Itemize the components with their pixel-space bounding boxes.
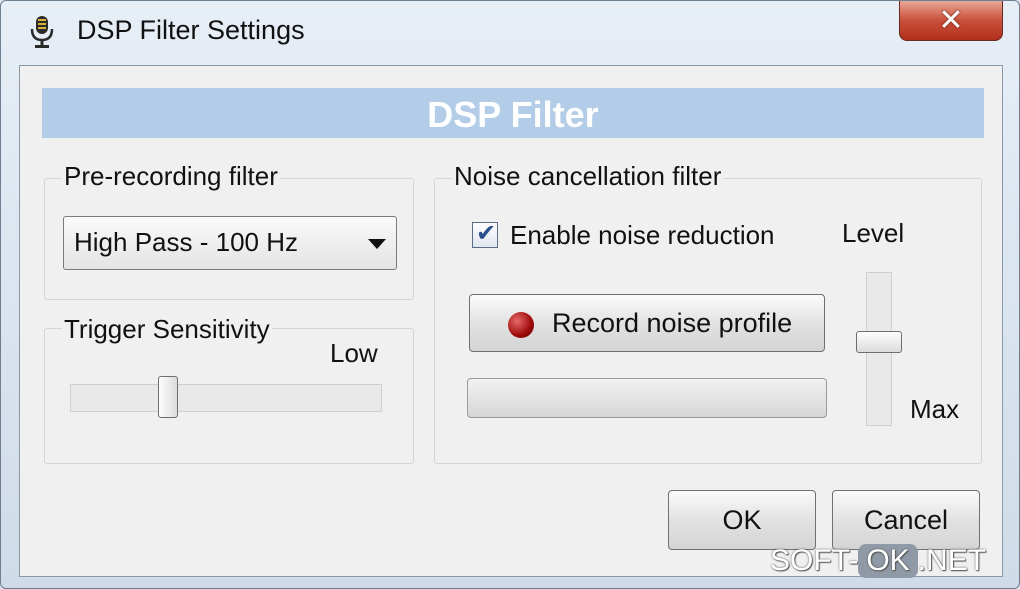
- filter-select[interactable]: High Pass - 100 Hz: [63, 216, 397, 270]
- window-title: DSP Filter Settings: [77, 15, 305, 45]
- banner-title: DSP Filter: [427, 94, 599, 135]
- close-button[interactable]: ✕: [899, 1, 1003, 41]
- sensitivity-slider-thumb[interactable]: [157, 376, 178, 418]
- record-noise-profile-label: Record noise profile: [552, 308, 793, 338]
- chevron-down-icon: [368, 239, 386, 249]
- level-slider-thumb[interactable]: [856, 331, 902, 354]
- pre-recording-label: Pre-recording filter: [62, 161, 280, 192]
- cancel-button[interactable]: Cancel: [832, 490, 980, 550]
- title-bar[interactable]: DSP Filter Settings ✕: [1, 1, 1019, 63]
- filter-select-value: High Pass - 100 Hz: [74, 227, 298, 257]
- low-label: Low: [330, 338, 378, 368]
- checkmark-icon: ✔: [476, 219, 497, 247]
- noise-profile-progress-bar: [467, 378, 827, 418]
- close-icon: ✕: [938, 3, 964, 38]
- watermark-right: .NET: [917, 544, 987, 577]
- watermark: SOFT- OK .NET: [770, 544, 986, 578]
- record-icon: [508, 312, 534, 338]
- ok-button[interactable]: OK: [668, 490, 816, 550]
- watermark-left: SOFT-: [770, 544, 859, 577]
- noise-label: Noise cancellation filter: [452, 161, 724, 192]
- sensitivity-slider-track[interactable]: [70, 384, 382, 412]
- level-label: Level: [842, 218, 905, 248]
- enable-noise-reduction-label[interactable]: Enable noise reduction: [510, 220, 775, 251]
- section-banner: DSP Filter: [42, 88, 984, 138]
- dialog-window: DSP Filter Settings ✕ DSP Filter Pre-rec…: [0, 0, 1020, 589]
- max-label: Max: [910, 394, 960, 424]
- dialog-content: DSP Filter Pre-recording filter High Pas…: [19, 65, 1003, 577]
- record-noise-profile-button[interactable]: Record noise profile: [469, 294, 825, 352]
- watermark-ok: OK: [858, 544, 918, 578]
- enable-noise-reduction-checkbox[interactable]: ✔: [472, 219, 498, 248]
- microphone-icon: [30, 16, 54, 48]
- trigger-label: Trigger Sensitivity: [62, 314, 272, 345]
